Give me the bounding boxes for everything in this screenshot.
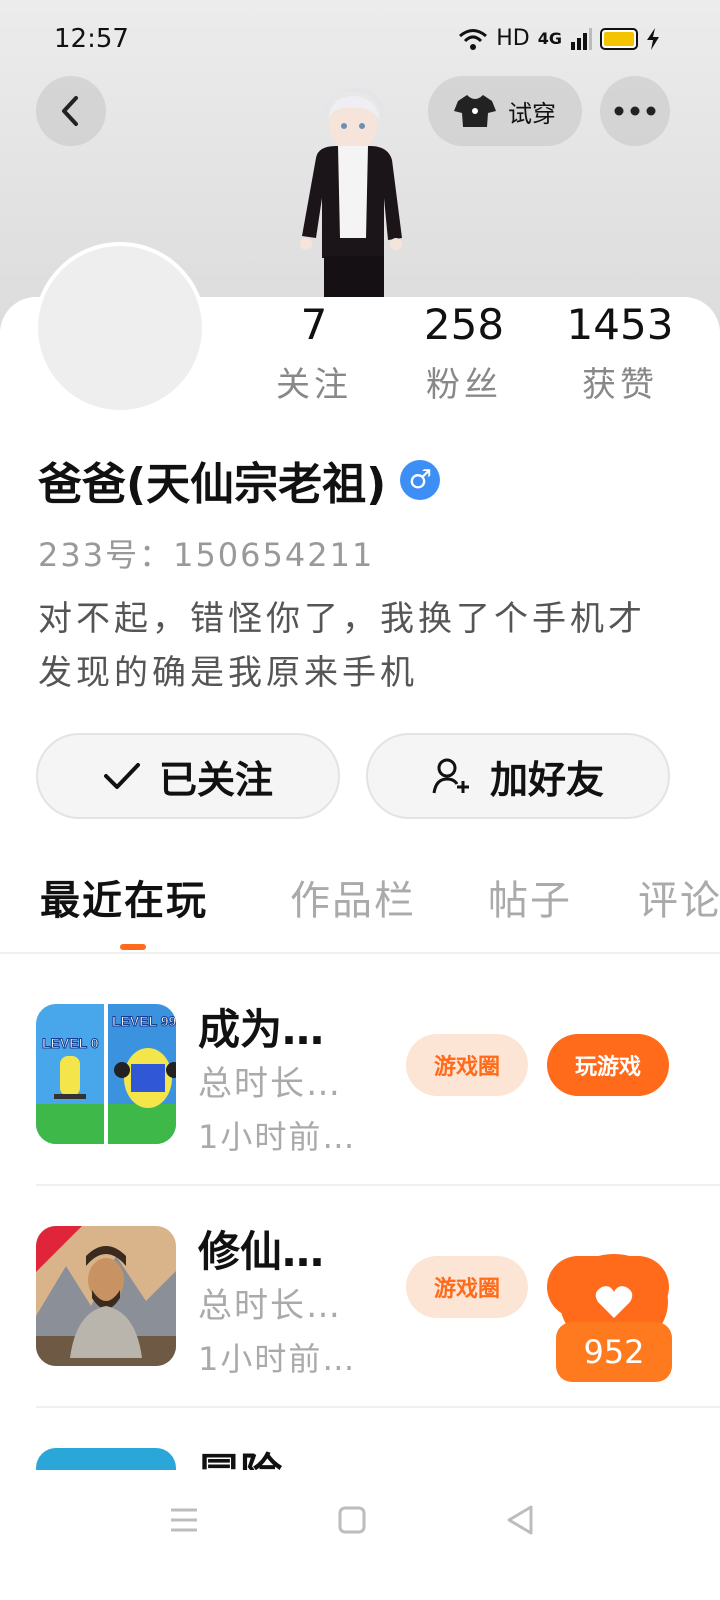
triangle-back-icon (507, 1505, 533, 1535)
svg-text:LEVEL 999: LEVEL 999 (112, 1013, 176, 1029)
game-thumbnail-image (36, 1226, 176, 1366)
floating-like-count: 952 (556, 1322, 672, 1382)
game-title: 成为… (198, 1005, 325, 1054)
stat-following[interactable]: 7 关注 (244, 300, 384, 406)
active-tab-indicator (120, 944, 146, 950)
back-button[interactable] (36, 76, 106, 146)
stat-fans-label: 粉丝 (426, 365, 502, 405)
game-title: 冒险… (198, 1440, 324, 1470)
system-nav-bar (0, 1490, 720, 1560)
network-indicator: 4G (537, 29, 562, 48)
add-user-icon (432, 758, 469, 794)
try-on-label: 试穿 (508, 99, 556, 128)
nav-home-button[interactable] (322, 1490, 382, 1550)
menu-icon (171, 1508, 197, 1532)
user-bio: 对不起，错怪你了，我换了个手机才发现的确是我原来手机 (38, 599, 646, 693)
game-last-played: 1小时前… (198, 1340, 357, 1378)
row-divider (36, 1184, 720, 1186)
user-name: 爸爸(天仙宗老祖) (38, 459, 387, 510)
stat-fans-value: 258 (423, 300, 505, 349)
add-friend-button[interactable]: 加好友 (366, 733, 670, 819)
game-last-played: 1小时前… (198, 1118, 357, 1156)
more-dots-icon (614, 106, 656, 116)
nav-menu-button[interactable] (154, 1490, 214, 1550)
game-title: 修仙… (198, 1227, 325, 1276)
battery-icon (600, 27, 638, 50)
stat-likes-value: 1453 (566, 300, 674, 349)
status-icons: HD 4G (458, 26, 660, 51)
tshirt-icon (454, 95, 496, 127)
stat-following-label: 关注 (276, 365, 352, 405)
status-bar: 12:57 HD 4G (0, 0, 720, 80)
stat-likes-label: 获赞 (582, 365, 658, 405)
svg-text:LEVEL 0: LEVEL 0 (42, 1035, 99, 1051)
followed-button[interactable]: 已关注 (36, 733, 340, 819)
game-duration: 总时长… (198, 1064, 342, 1104)
stat-likes[interactable]: 1453 获赞 (550, 300, 690, 406)
tab-comments[interactable]: 评论 (638, 868, 720, 926)
play-game-button[interactable]: 玩游戏 (547, 1034, 669, 1096)
tab-works[interactable]: 作品栏 (290, 868, 416, 926)
game-duration: 总时长… (198, 1286, 342, 1326)
chevron-left-icon (62, 96, 78, 126)
followed-label: 已关注 (158, 757, 273, 802)
hd-indicator: HD (496, 26, 530, 51)
game-row[interactable]: 冒险… (0, 1418, 720, 1470)
male-gender-icon: ♂ (400, 460, 441, 500)
square-icon (338, 1506, 366, 1534)
game-circle-button[interactable]: 游戏圈 (406, 1034, 528, 1096)
user-id: 233号：150654211 (38, 536, 375, 574)
tab-recently-played[interactable]: 最近在玩 (40, 868, 208, 926)
profile-tabs: 最近在玩 作品栏 帖子 评论 (0, 868, 720, 948)
game-circle-button[interactable]: 游戏圈 (406, 1256, 528, 1318)
game-row[interactable]: LEVEL 0 LEVEL 999 成为… 总时长… 1小时前… 游戏圈 玩游戏 (0, 974, 720, 1196)
more-button[interactable] (600, 76, 670, 146)
stat-fans[interactable]: 258 粉丝 (394, 300, 534, 406)
check-icon (103, 763, 140, 789)
user-name-row: 爸爸(天仙宗老祖) ♂ (38, 448, 441, 512)
charging-icon (647, 27, 659, 50)
wifi-icon (459, 28, 488, 50)
nav-back-button[interactable] (490, 1490, 550, 1550)
add-friend-label: 加好友 (489, 757, 604, 802)
signal-icon (571, 27, 592, 50)
row-divider (36, 1406, 720, 1408)
heart-icon (595, 1286, 633, 1318)
tabs-divider (0, 952, 720, 954)
floating-like-button[interactable]: 952 (556, 1254, 672, 1382)
stat-following-value: 7 (300, 300, 328, 349)
tab-posts[interactable]: 帖子 (488, 868, 572, 926)
avatar[interactable] (34, 242, 206, 414)
game-thumbnail[interactable] (36, 1448, 176, 1470)
try-on-button[interactable]: 试穿 (428, 76, 582, 146)
game-thumbnail[interactable]: LEVEL 0 LEVEL 999 (36, 1004, 176, 1144)
game-thumbnail[interactable] (36, 1226, 176, 1366)
game-thumbnail-image: LEVEL 0 LEVEL 999 (36, 1004, 176, 1144)
avatar-character-image[interactable] (288, 88, 418, 298)
status-time: 12:57 (54, 24, 129, 54)
